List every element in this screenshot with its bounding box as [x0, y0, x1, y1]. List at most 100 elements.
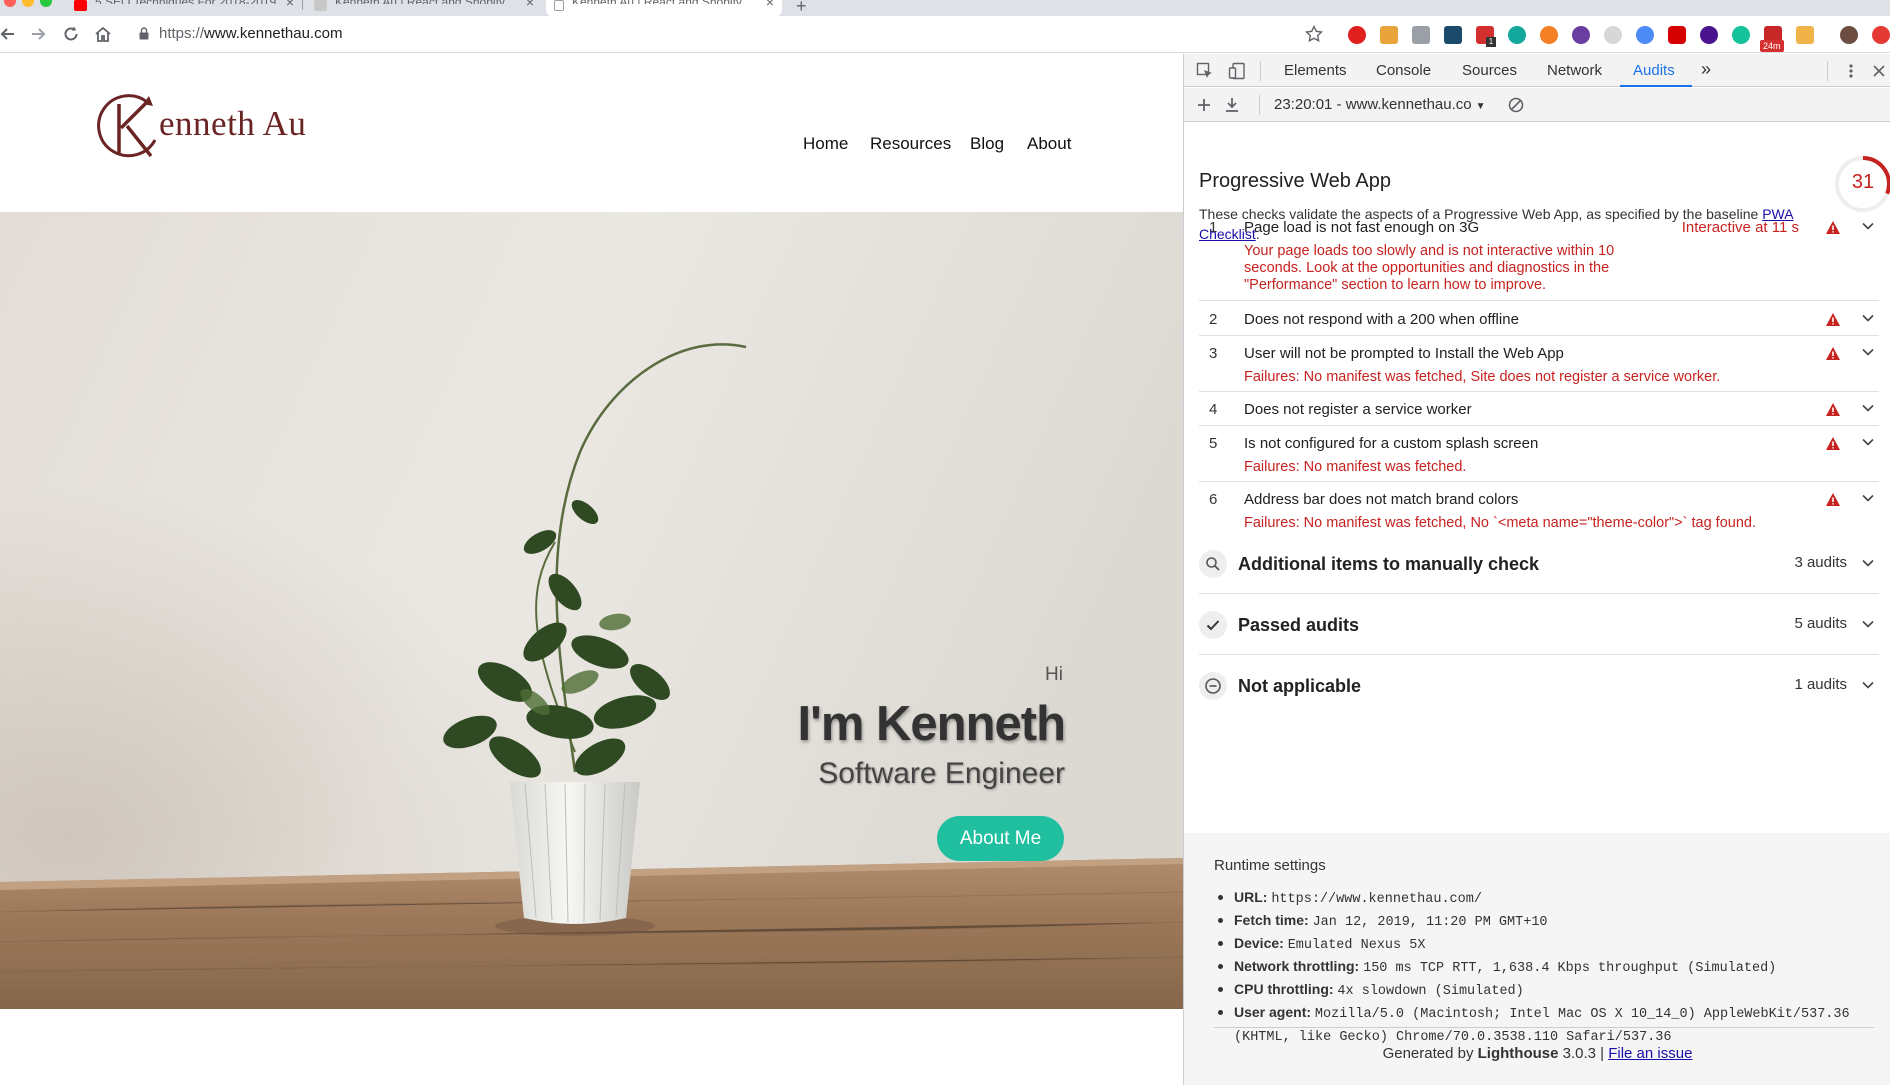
- audit-row[interactable]: 4 Does not register a service worker: [1199, 392, 1879, 426]
- calendar-badge: 1: [1486, 37, 1496, 47]
- clear-all-icon[interactable]: [1507, 96, 1525, 114]
- nav-about[interactable]: About: [1027, 134, 1071, 154]
- chevron-down-icon[interactable]: [1862, 222, 1874, 230]
- new-tab-button[interactable]: +: [796, 0, 807, 12]
- tab-seo-techniques[interactable]: 5 SEO Techniques For 2018-2019 ×: [74, 0, 294, 16]
- group-count: 5 audits: [1794, 615, 1847, 632]
- chevron-down-icon[interactable]: [1862, 620, 1874, 628]
- tab-kennethau-active[interactable]: Kenneth Au | React and Shopify ×: [546, 0, 782, 16]
- runtime-key: Network throttling:: [1234, 958, 1360, 974]
- back-icon[interactable]: [0, 24, 18, 44]
- chevron-down-icon[interactable]: [1862, 559, 1874, 567]
- group-title: Not applicable: [1238, 676, 1362, 696]
- chevron-down-icon[interactable]: [1862, 314, 1874, 322]
- audit-title: Is not configured for a custom splash sc…: [1244, 435, 1539, 452]
- runtime-key: CPU throttling:: [1234, 981, 1334, 997]
- audit-description: Failures: No manifest was fetched, Site …: [1244, 369, 1720, 386]
- logo-circle-icon: [97, 94, 157, 158]
- red-extension-icon[interactable]: [1872, 26, 1890, 44]
- runtime-item: CPU throttling: 4x slowdown (Simulated): [1214, 979, 1874, 1002]
- bookmark-extension-icon[interactable]: [1380, 26, 1398, 44]
- home-icon[interactable]: [93, 24, 113, 44]
- star-icon[interactable]: [1305, 25, 1323, 43]
- youtube-extension-icon[interactable]: [1668, 26, 1686, 44]
- runtime-value: https://www.kennethau.com/: [1271, 892, 1482, 907]
- group-passed-audits[interactable]: Passed audits 5 audits: [1199, 595, 1879, 655]
- orange-extension-icon[interactable]: [1540, 26, 1558, 44]
- zoom-window-button[interactable]: [40, 0, 52, 7]
- chevron-down-icon[interactable]: [1862, 681, 1874, 689]
- tab-sources[interactable]: Sources: [1462, 62, 1517, 79]
- hero-greeting: Hi: [1045, 664, 1063, 685]
- audit-row[interactable]: 6 Address bar does not match brand color…: [1199, 482, 1879, 540]
- tab-elements[interactable]: Elements: [1284, 62, 1347, 79]
- more-tabs-icon[interactable]: »: [1701, 59, 1711, 80]
- web-page: enneth Au Home Resources Blog About Hi I…: [0, 54, 1183, 1085]
- minimize-window-button[interactable]: [22, 0, 34, 7]
- blue-extension-icon[interactable]: [1636, 26, 1654, 44]
- runtime-key: URL:: [1234, 889, 1268, 905]
- runtime-settings-list: URL: https://www.kennethau.com/ Fetch ti…: [1214, 887, 1874, 1048]
- new-audit-icon[interactable]: [1195, 96, 1213, 114]
- chevron-down-icon[interactable]: [1862, 438, 1874, 446]
- nav-home[interactable]: Home: [803, 134, 848, 154]
- nav-resources[interactable]: Resources: [870, 134, 951, 154]
- group-manual-checks[interactable]: Additional items to manually check 3 aud…: [1199, 534, 1879, 594]
- chevron-down-icon[interactable]: [1862, 494, 1874, 502]
- tab-network[interactable]: Network: [1547, 62, 1602, 79]
- opera-extension-icon[interactable]: [1348, 26, 1366, 44]
- react-devtools-icon[interactable]: [1444, 26, 1462, 44]
- report-selector[interactable]: 23:20:01 - www.kennethau.co ▼: [1274, 96, 1486, 113]
- minus-circle-icon: [1199, 672, 1227, 700]
- purple-extension-icon[interactable]: [1572, 26, 1590, 44]
- grammarly-icon[interactable]: [1732, 26, 1750, 44]
- light-extension-icon[interactable]: [1604, 26, 1622, 44]
- audit-description-line: "Performance" section to learn how to im…: [1244, 277, 1547, 293]
- forward-icon[interactable]: [28, 24, 48, 44]
- tab-kennethau-1[interactable]: Kenneth Au | React and Shopify ×: [314, 0, 534, 16]
- hero-name: I'm Kenneth: [797, 697, 1066, 751]
- audit-title: User will not be prompted to Install the…: [1244, 345, 1564, 362]
- amber-extension-icon[interactable]: [1796, 26, 1814, 44]
- close-tab-icon[interactable]: ×: [766, 0, 774, 10]
- category-title: Progressive Web App: [1199, 170, 1391, 192]
- close-window-button[interactable]: [4, 0, 16, 7]
- close-devtools-icon[interactable]: [1870, 62, 1888, 80]
- runtime-item: User agent: Mozilla/5.0 (Macintosh; Inte…: [1214, 1002, 1874, 1048]
- url-text: https://www.kennethau.com: [159, 25, 342, 42]
- about-me-button[interactable]: About Me: [937, 816, 1064, 861]
- download-report-icon[interactable]: [1223, 96, 1241, 114]
- file-an-issue-link[interactable]: File an issue: [1608, 1045, 1692, 1062]
- address-bar[interactable]: https://www.kennethau.com: [125, 20, 1325, 48]
- chevron-down-icon[interactable]: [1862, 404, 1874, 412]
- reload-icon[interactable]: [61, 24, 81, 44]
- avatar[interactable]: [1840, 26, 1858, 44]
- youtube-icon: [74, 0, 87, 11]
- audit-number: 1: [1209, 219, 1218, 236]
- audit-description-line: Failures: No manifest was fetched, No `<…: [1244, 515, 1756, 531]
- teal-extension-icon[interactable]: [1508, 26, 1526, 44]
- tab-audits[interactable]: Audits: [1633, 62, 1675, 79]
- chevron-down-icon[interactable]: [1862, 348, 1874, 356]
- close-tab-icon[interactable]: ×: [526, 0, 534, 10]
- tab-console[interactable]: Console: [1376, 62, 1431, 79]
- nav-blog[interactable]: Blog: [970, 134, 1004, 154]
- inspect-element-icon[interactable]: [1196, 62, 1214, 80]
- device-toolbar-icon[interactable]: [1228, 62, 1246, 80]
- page-favicon-icon: [314, 0, 327, 11]
- report-footer: Generated by Lighthouse 3.0.3 | File an …: [1184, 1045, 1890, 1062]
- hero-plant-image: [0, 212, 1183, 1009]
- audit-row[interactable]: 1 Page load is not fast enough on 3G Int…: [1199, 210, 1879, 301]
- warning-icon: [1826, 437, 1840, 450]
- site-logo[interactable]: enneth Au: [97, 90, 317, 166]
- runtime-value: Mozilla/5.0 (Macintosh; Intel Mac OS X 1…: [1234, 1007, 1850, 1045]
- kebab-menu-icon[interactable]: [1842, 62, 1860, 80]
- close-tab-icon[interactable]: ×: [286, 0, 294, 10]
- gray-extension-icon[interactable]: [1412, 26, 1430, 44]
- audit-row[interactable]: 3 User will not be prompted to Install t…: [1199, 336, 1879, 392]
- audit-title: Does not register a service worker: [1244, 401, 1472, 418]
- violet-extension-icon[interactable]: [1700, 26, 1718, 44]
- audit-row[interactable]: 2 Does not respond with a 200 when offli…: [1199, 302, 1879, 336]
- group-not-applicable[interactable]: Not applicable 1 audits: [1199, 656, 1879, 716]
- audit-row[interactable]: 5 Is not configured for a custom splash …: [1199, 426, 1879, 482]
